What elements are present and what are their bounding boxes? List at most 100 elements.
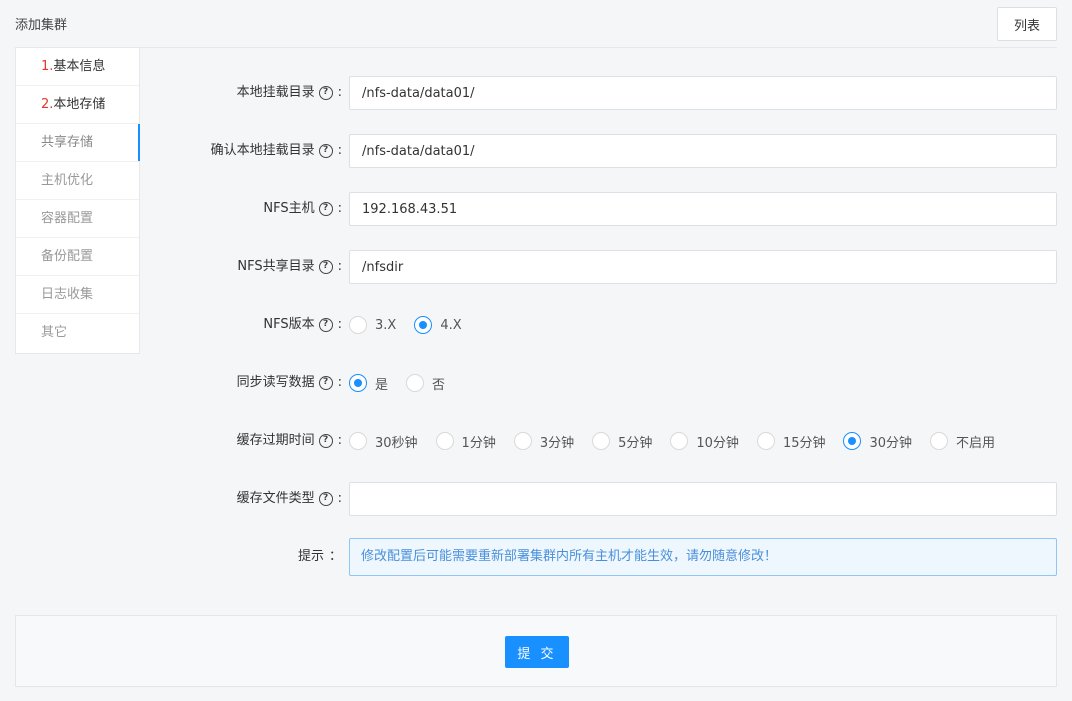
help-icon[interactable]: ? — [318, 202, 333, 216]
radio-circle — [406, 374, 425, 392]
nfs-share-dir-row: NFS共享目录 ?: — [150, 250, 1057, 284]
label-text: 本地挂载目录 — [236, 85, 315, 100]
step-container-config[interactable]: 容器配置 — [16, 200, 139, 238]
radio-circle — [349, 374, 367, 392]
help-icon[interactable]: ? — [318, 260, 333, 274]
cache-expire-label: 缓存过期时间 ?: — [237, 424, 342, 458]
nfs-version-radio-group: 3.X 4.X — [349, 308, 1057, 342]
hint-row: 提示： 修改配置后可能需要重新部署集群内所有主机才能生效，请勿随意修改！ — [150, 538, 1057, 576]
step-backup-config[interactable]: 备份配置 — [16, 238, 139, 276]
radio-cache-5m[interactable]: 5分钟 — [592, 432, 652, 451]
radio-sync-yes[interactable]: 是 — [349, 374, 388, 393]
confirm-mount-dir-label: 确认本地挂载目录 ?: — [211, 134, 342, 168]
radio-circle — [843, 432, 862, 450]
radio-label: 30秒钟 — [375, 435, 418, 451]
radio-cache-15m[interactable]: 15分钟 — [756, 432, 826, 451]
radio-label: 1分钟 — [461, 435, 496, 451]
radio-label: 不启用 — [956, 435, 996, 451]
hint-label: 提示： — [298, 538, 342, 576]
submit-button[interactable]: 提 交 — [505, 636, 569, 668]
nfs-share-dir-input[interactable] — [349, 250, 1057, 284]
step-number: 1. — [41, 59, 54, 74]
radio-circle — [349, 316, 367, 334]
radio-circle — [513, 432, 532, 450]
step-label: 共享存储 — [41, 135, 94, 150]
radio-circle — [756, 432, 775, 450]
step-label: 日志收集 — [41, 287, 94, 302]
mount-dir-label: 本地挂载目录 ?: — [237, 76, 342, 110]
step-number: 2. — [41, 97, 54, 112]
list-button[interactable]: 列表 — [997, 7, 1057, 41]
radio-nfs-3x[interactable]: 3.X — [349, 316, 396, 334]
radio-circle — [435, 432, 454, 450]
page-title: 添加集群 — [15, 18, 68, 33]
radio-cache-30m[interactable]: 30分钟 — [843, 432, 912, 451]
radio-label: 3分钟 — [539, 435, 575, 451]
sync-rw-radio-group: 是 否 — [349, 366, 1057, 400]
step-log-collect[interactable]: 日志收集 — [16, 276, 139, 314]
radio-label: 是 — [375, 377, 389, 393]
help-icon[interactable]: ? — [318, 86, 333, 100]
help-icon[interactable]: ? — [318, 318, 333, 332]
radio-circle — [414, 316, 433, 334]
help-icon[interactable]: ? — [318, 144, 333, 158]
confirm-mount-dir-row: 确认本地挂载目录 ?: — [150, 134, 1057, 168]
mount-dir-input[interactable] — [349, 76, 1057, 110]
radio-label: 30分钟 — [869, 435, 913, 451]
label-text: NFS主机 — [263, 201, 315, 216]
radio-label: 15分钟 — [782, 435, 826, 451]
hint-message: 修改配置后可能需要重新部署集群内所有主机才能生效，请勿随意修改！ — [349, 538, 1057, 576]
step-host-optimize[interactable]: 主机优化 — [16, 162, 139, 200]
help-icon[interactable]: ? — [318, 434, 333, 448]
radio-circle — [592, 432, 611, 450]
label-text: 缓存文件类型 — [236, 491, 315, 506]
radio-cache-3m[interactable]: 3分钟 — [513, 432, 575, 451]
confirm-mount-dir-input[interactable] — [349, 134, 1057, 168]
step-label: 本地存储 — [53, 97, 106, 112]
nfs-host-label: NFS主机 ?: — [263, 192, 342, 226]
radio-cache-30s[interactable]: 30秒钟 — [349, 432, 418, 451]
nfs-host-input[interactable] — [349, 192, 1057, 226]
label-text: NFS共享目录 — [237, 259, 315, 274]
radio-label: 否 — [432, 377, 446, 393]
radio-label: 10分钟 — [696, 435, 739, 451]
cache-file-type-input[interactable] — [349, 482, 1057, 516]
radio-label: 5分钟 — [618, 435, 653, 451]
radio-cache-10m[interactable]: 10分钟 — [670, 432, 739, 451]
header-divider — [15, 47, 1057, 48]
cache-expire-row: 缓存过期时间 ?: 30秒钟 1分钟 3分钟 5分钟 10分钟 15分钟 30分… — [150, 424, 1057, 458]
step-label: 备份配置 — [41, 249, 94, 264]
cache-file-type-label: 缓存文件类型 ?: — [237, 482, 342, 516]
radio-cache-disabled[interactable]: 不启用 — [930, 432, 995, 451]
label-text: 提示 — [297, 549, 324, 564]
label-text: 同步读写数据 — [236, 375, 315, 390]
nfs-version-label: NFS版本 ?: — [263, 308, 342, 342]
step-shared-storage[interactable]: 共享存储 — [16, 124, 140, 162]
step-nav: 1.基本信息 2.本地存储 共享存储 主机优化 容器配置 备份配置 日志收集 其… — [15, 48, 140, 354]
cache-expire-radio-group: 30秒钟 1分钟 3分钟 5分钟 10分钟 15分钟 30分钟 不启用 — [349, 424, 1057, 458]
help-icon[interactable]: ? — [318, 376, 333, 390]
help-icon[interactable]: ? — [318, 492, 333, 506]
radio-label: 4.X — [440, 317, 462, 333]
radio-cache-1m[interactable]: 1分钟 — [435, 432, 496, 451]
label-text: 缓存过期时间 — [236, 433, 315, 448]
radio-circle — [349, 432, 367, 450]
nfs-share-dir-label: NFS共享目录 ?: — [237, 250, 342, 284]
nfs-version-row: NFS版本 ?: 3.X 4.X — [150, 308, 1057, 342]
step-label: 基本信息 — [53, 59, 106, 74]
step-other[interactable]: 其它 — [16, 314, 139, 352]
sync-rw-row: 同步读写数据 ?: 是 否 — [150, 366, 1057, 400]
radio-circle — [930, 432, 949, 450]
radio-sync-no[interactable]: 否 — [406, 374, 445, 393]
step-basic-info[interactable]: 1.基本信息 — [16, 48, 139, 86]
radio-label: 3.X — [375, 317, 397, 333]
step-label: 其它 — [41, 325, 68, 340]
mount-dir-row: 本地挂载目录 ?: — [150, 76, 1057, 110]
cache-file-type-row: 缓存文件类型 ?: — [150, 482, 1057, 516]
step-local-storage[interactable]: 2.本地存储 — [16, 86, 139, 124]
nfs-host-row: NFS主机 ?: — [150, 192, 1057, 226]
sync-rw-label: 同步读写数据 ?: — [237, 366, 342, 400]
label-text: 确认本地挂载目录 — [210, 143, 315, 158]
step-label: 主机优化 — [41, 173, 94, 188]
radio-nfs-4x[interactable]: 4.X — [414, 316, 462, 334]
